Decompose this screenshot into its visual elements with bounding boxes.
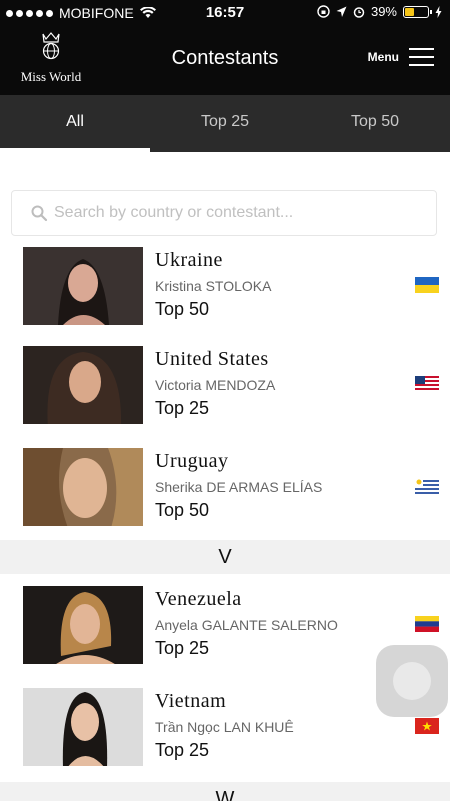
orientation-lock-icon: [317, 5, 330, 18]
ukraine-flag-icon: [415, 277, 439, 293]
contestant-row-ukraine[interactable]: Ukraine Kristina STOLOKA Top 50: [0, 247, 450, 347]
contestant-row-uruguay[interactable]: Uruguay Sherika DE ARMAS ELÍAS Top 50: [0, 448, 450, 548]
section-header-v: V: [0, 540, 450, 574]
contestant-name: Victoria MENDOZA: [155, 377, 276, 393]
filter-tabs: All Top 25 Top 50: [0, 95, 450, 152]
contestant-name: Kristina STOLOKA: [155, 278, 272, 294]
contestant-name: Anyela GALANTE SALERNO: [155, 617, 338, 633]
contestant-rank: Top 50: [155, 500, 210, 520]
contestant-name: Sherika DE ARMAS ELÍAS: [155, 479, 323, 495]
uruguay-flag-icon: [415, 478, 439, 494]
contestant-rank: Top 25: [155, 638, 210, 658]
section-header-w: W: [0, 782, 450, 801]
status-right: 39%: [317, 4, 442, 19]
contestant-country: Venezuela: [155, 588, 242, 610]
contestant-photo: [23, 586, 143, 664]
contestant-photo: [23, 346, 143, 424]
top-bar: MOBIFONE 16:57 39% Miss World Contestant…: [0, 0, 450, 95]
vietnam-flag-icon: [415, 718, 439, 734]
status-bar: MOBIFONE 16:57 39%: [0, 0, 450, 26]
contestant-country: Vietnam: [155, 690, 227, 712]
contestant-rank: Top 25: [155, 398, 210, 418]
contestant-country: Uruguay: [155, 450, 229, 472]
contestant-rank: Top 25: [155, 740, 210, 760]
venezuela-flag-icon: [415, 616, 439, 632]
location-icon: [336, 6, 347, 17]
contestant-row-united-states[interactable]: United States Victoria MENDOZA Top 25: [0, 346, 450, 446]
brand-name: Miss World: [20, 69, 82, 84]
menu-button[interactable]: Menu: [368, 48, 434, 66]
assistive-touch-button[interactable]: [376, 645, 448, 717]
battery-percent: 39%: [370, 4, 397, 19]
search-icon: [31, 205, 48, 222]
contestant-photo: [23, 247, 143, 325]
search-input[interactable]: [54, 204, 414, 222]
tab-all[interactable]: All: [0, 95, 150, 152]
alarm-icon: [353, 6, 365, 18]
contestant-country: Ukraine: [155, 249, 223, 271]
contestant-rank: Top 50: [155, 299, 210, 319]
contestant-photo: [23, 448, 143, 526]
contestant-photo: [23, 688, 143, 766]
menu-label: Menu: [367, 50, 399, 64]
charging-icon: [435, 5, 442, 18]
contestant-country: United States: [155, 348, 269, 370]
hamburger-icon: [409, 48, 434, 66]
search-box[interactable]: [11, 190, 437, 236]
contestant-name: Trần Ngọc LAN KHUÊ: [155, 719, 294, 735]
tab-top-50[interactable]: Top 50: [300, 95, 450, 152]
tab-top-25[interactable]: Top 25: [150, 95, 300, 152]
usa-flag-icon: [415, 376, 439, 392]
battery-icon: [403, 5, 432, 18]
